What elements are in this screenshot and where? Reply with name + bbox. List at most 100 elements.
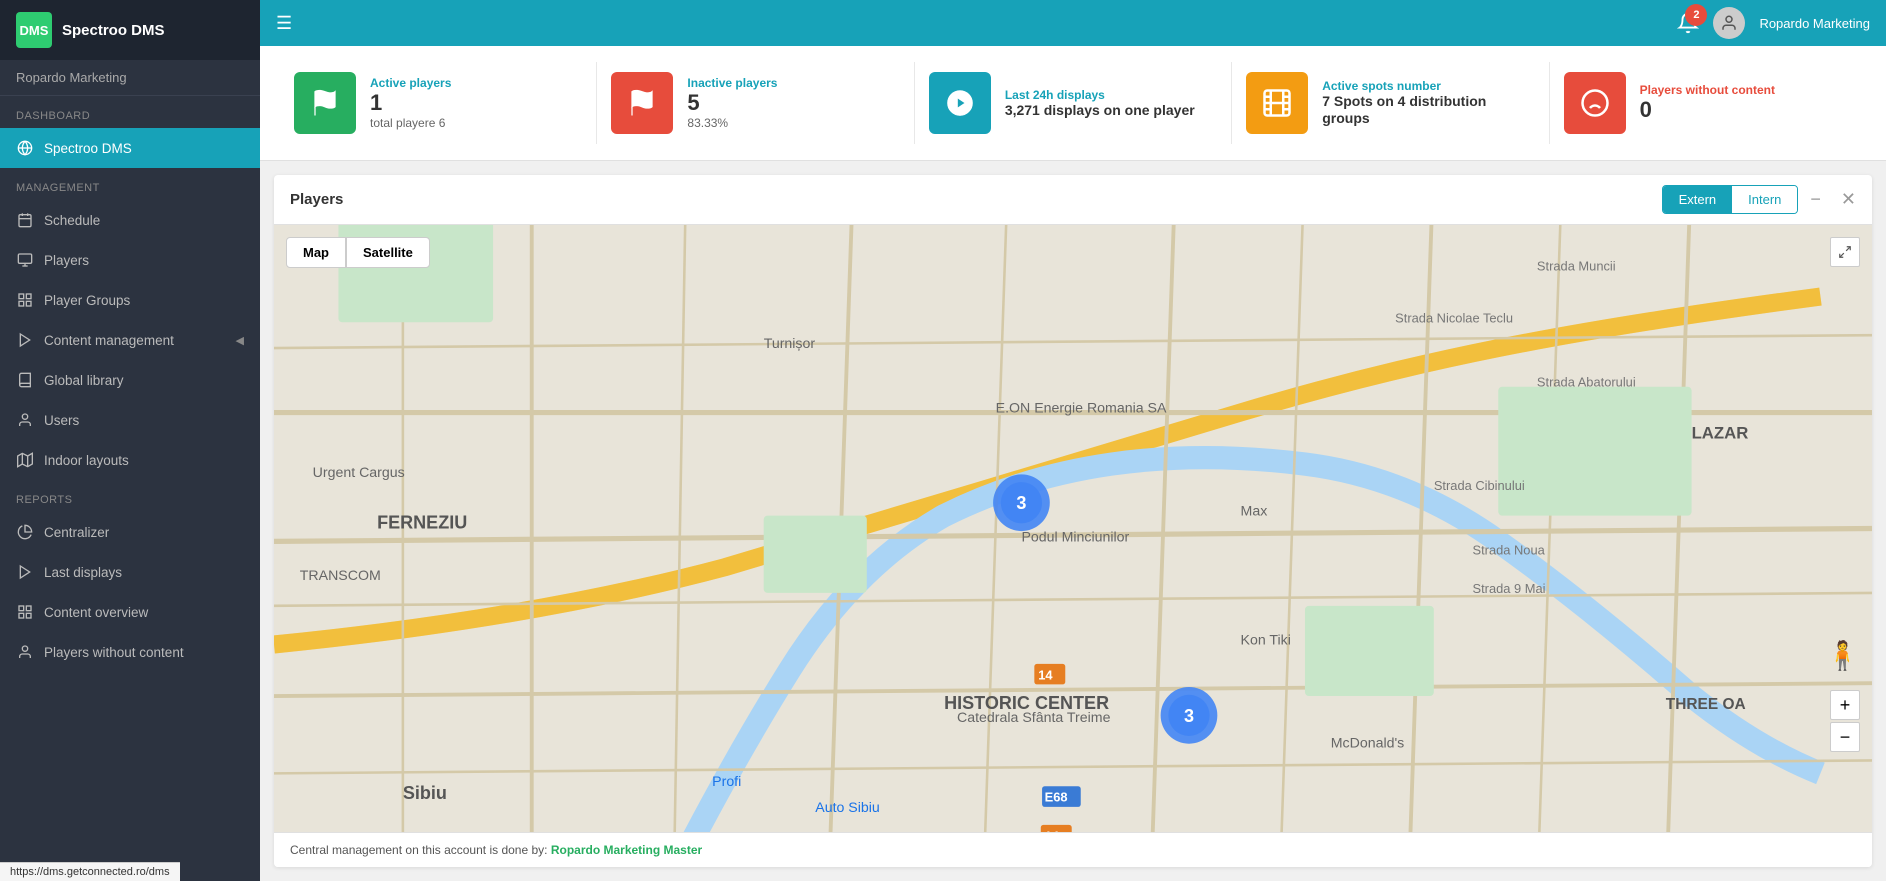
last24h-icon-box	[929, 72, 991, 134]
players-no-content-text: Players without content 0	[1640, 83, 1852, 123]
sidebar-item-players-without-content[interactable]: Players without content	[0, 632, 260, 672]
hamburger-menu[interactable]: ☰	[276, 13, 292, 34]
sidebar-item-content-management[interactable]: Content management ◀	[0, 320, 260, 360]
inactive-players-value: 5	[687, 90, 899, 116]
stat-card-last-24h[interactable]: Last 24h displays 3,271 displays on one …	[915, 62, 1232, 144]
svg-text:Strada Cibinului: Strada Cibinului	[1434, 478, 1525, 493]
account-name: Ropardo Marketing	[0, 60, 260, 96]
svg-text:14: 14	[1038, 667, 1053, 682]
svg-text:Catedrala Sfânta Treime: Catedrala Sfânta Treime	[957, 710, 1111, 726]
sidebar-item-last-displays[interactable]: Last displays	[0, 552, 260, 592]
app-name: Spectroo DMS	[62, 22, 165, 39]
sidebar-item-player-groups-label: Player Groups	[44, 293, 130, 308]
stat-card-active-players[interactable]: Active players 1 total playere 6	[280, 62, 597, 144]
fullscreen-button[interactable]	[1830, 237, 1860, 267]
sidebar-item-content-overview[interactable]: Content overview	[0, 592, 260, 632]
panel-title: Players	[290, 191, 1650, 208]
active-spots-icon-box	[1246, 72, 1308, 134]
svg-text:Max: Max	[1241, 504, 1268, 520]
players-no-content-value: 0	[1640, 97, 1852, 123]
players-panel: Players Extern Intern − ✕	[274, 175, 1872, 867]
sidebar-item-players-label: Players	[44, 253, 89, 268]
active-spots-value: 7 Spots on 4 distribution groups	[1322, 93, 1534, 127]
grid2-icon	[16, 603, 34, 621]
zoom-in-button[interactable]: +	[1830, 690, 1860, 720]
sidebar-item-players[interactable]: Players	[0, 240, 260, 280]
reports-section-label: Reports	[0, 480, 260, 512]
topbar: ☰ 2 Ropardo Marketing	[260, 0, 1886, 46]
svg-text:Strada Abatorului: Strada Abatorului	[1537, 375, 1636, 390]
content-area: Players Extern Intern − ✕	[260, 161, 1886, 881]
svg-text:McDonald's: McDonald's	[1331, 736, 1405, 752]
map-type-satellite-button[interactable]: Satellite	[346, 237, 430, 268]
stat-card-active-spots[interactable]: Active spots number 7 Spots on 4 distrib…	[1232, 62, 1549, 144]
map-type-map-button[interactable]: Map	[286, 237, 346, 268]
management-section-label: Management	[0, 168, 260, 200]
svg-text:3: 3	[1184, 706, 1194, 726]
play-icon	[16, 331, 34, 349]
active-players-value: 1	[370, 90, 582, 116]
sidebar-item-global-library-label: Global library	[44, 373, 124, 388]
sidebar-item-global-library[interactable]: Global library	[0, 360, 260, 400]
sidebar-item-player-groups[interactable]: Player Groups	[0, 280, 260, 320]
svg-text:TRANSCOM: TRANSCOM	[300, 568, 381, 584]
panel-footer: Central management on this account is do…	[274, 832, 1872, 867]
active-players-title: Active players	[370, 76, 582, 90]
map-cluster-1[interactable]: 3	[993, 474, 1050, 531]
sidebar-item-spectroo-dms[interactable]: Spectroo DMS	[0, 128, 260, 168]
user-icon	[16, 411, 34, 429]
close-panel-button[interactable]: ✕	[1841, 189, 1856, 210]
sidebar-item-schedule[interactable]: Schedule	[0, 200, 260, 240]
sad-face-icon	[1580, 88, 1610, 118]
map-container: FERNEZIU HISTORIC CENTER Sibiu LAZAR THR…	[274, 225, 1872, 832]
tab-extern[interactable]: Extern	[1663, 186, 1733, 213]
svg-text:E68: E68	[1045, 790, 1068, 805]
svg-text:FERNEZIU: FERNEZIU	[377, 513, 467, 533]
svg-text:Sibiu: Sibiu	[403, 783, 447, 803]
sidebar-item-users[interactable]: Users	[0, 400, 260, 440]
active-spots-title: Active spots number	[1322, 79, 1534, 93]
stat-card-players-without-content[interactable]: Players without content 0	[1550, 62, 1866, 144]
tab-intern[interactable]: Intern	[1732, 186, 1797, 213]
avatar[interactable]	[1713, 7, 1745, 39]
book-icon	[16, 371, 34, 389]
stat-card-inactive-players[interactable]: Inactive players 5 83.33%	[597, 62, 914, 144]
svg-text:Podul Minciunilor: Podul Minciunilor	[1021, 529, 1129, 545]
grid-icon	[16, 291, 34, 309]
main-content: ☰ 2 Ropardo Marketing Active players 1 t…	[260, 0, 1886, 881]
flag-red-icon	[627, 88, 657, 118]
sidebar-item-indoor-layouts[interactable]: Indoor layouts	[0, 440, 260, 480]
svg-text:Strada 9 Mai: Strada 9 Mai	[1473, 581, 1546, 596]
inactive-players-title: Inactive players	[687, 76, 899, 90]
monitor-icon	[16, 251, 34, 269]
panel-header: Players Extern Intern − ✕	[274, 175, 1872, 225]
svg-text:Turnișor: Turnișor	[764, 336, 816, 352]
minimize-panel-button[interactable]: −	[1810, 189, 1821, 210]
svg-text:Strada Noua: Strada Noua	[1473, 542, 1546, 557]
zoom-out-button[interactable]: −	[1830, 722, 1860, 752]
map-icon	[16, 451, 34, 469]
sidebar-item-users-label: Users	[44, 413, 79, 428]
footer-text: Central management on this account is do…	[290, 843, 547, 857]
svg-text:Kon Tiki: Kon Tiki	[1241, 632, 1291, 648]
svg-text:Auto Sibiu: Auto Sibiu	[815, 800, 880, 816]
sidebar-item-spectroo-dms-label: Spectroo DMS	[44, 141, 132, 156]
url-text: https://dms.getconnected.ro/dms	[10, 866, 170, 878]
last24h-title: Last 24h displays	[1005, 88, 1217, 102]
map-svg: FERNEZIU HISTORIC CENTER Sibiu LAZAR THR…	[274, 225, 1872, 832]
inactive-players-sub: 83.33%	[687, 116, 899, 130]
street-view-pegman[interactable]: 🧍	[1825, 639, 1860, 672]
map-cluster-2[interactable]: 3	[1161, 687, 1218, 744]
svg-text:Strada Nicolae Teclu: Strada Nicolae Teclu	[1395, 310, 1513, 325]
flag-green-icon	[310, 88, 340, 118]
footer-link[interactable]: Ropardo Marketing Master	[551, 843, 702, 857]
active-players-sub: total playere 6	[370, 116, 582, 130]
notification-badge: 2	[1685, 4, 1707, 26]
inactive-players-text: Inactive players 5 83.33%	[687, 76, 899, 130]
notifications[interactable]: 2	[1677, 12, 1699, 34]
sidebar-item-content-overview-label: Content overview	[44, 605, 148, 620]
sidebar-item-last-displays-label: Last displays	[44, 565, 122, 580]
sidebar-item-centralizer[interactable]: Centralizer	[0, 512, 260, 552]
calendar-icon	[16, 211, 34, 229]
play2-icon	[16, 563, 34, 581]
